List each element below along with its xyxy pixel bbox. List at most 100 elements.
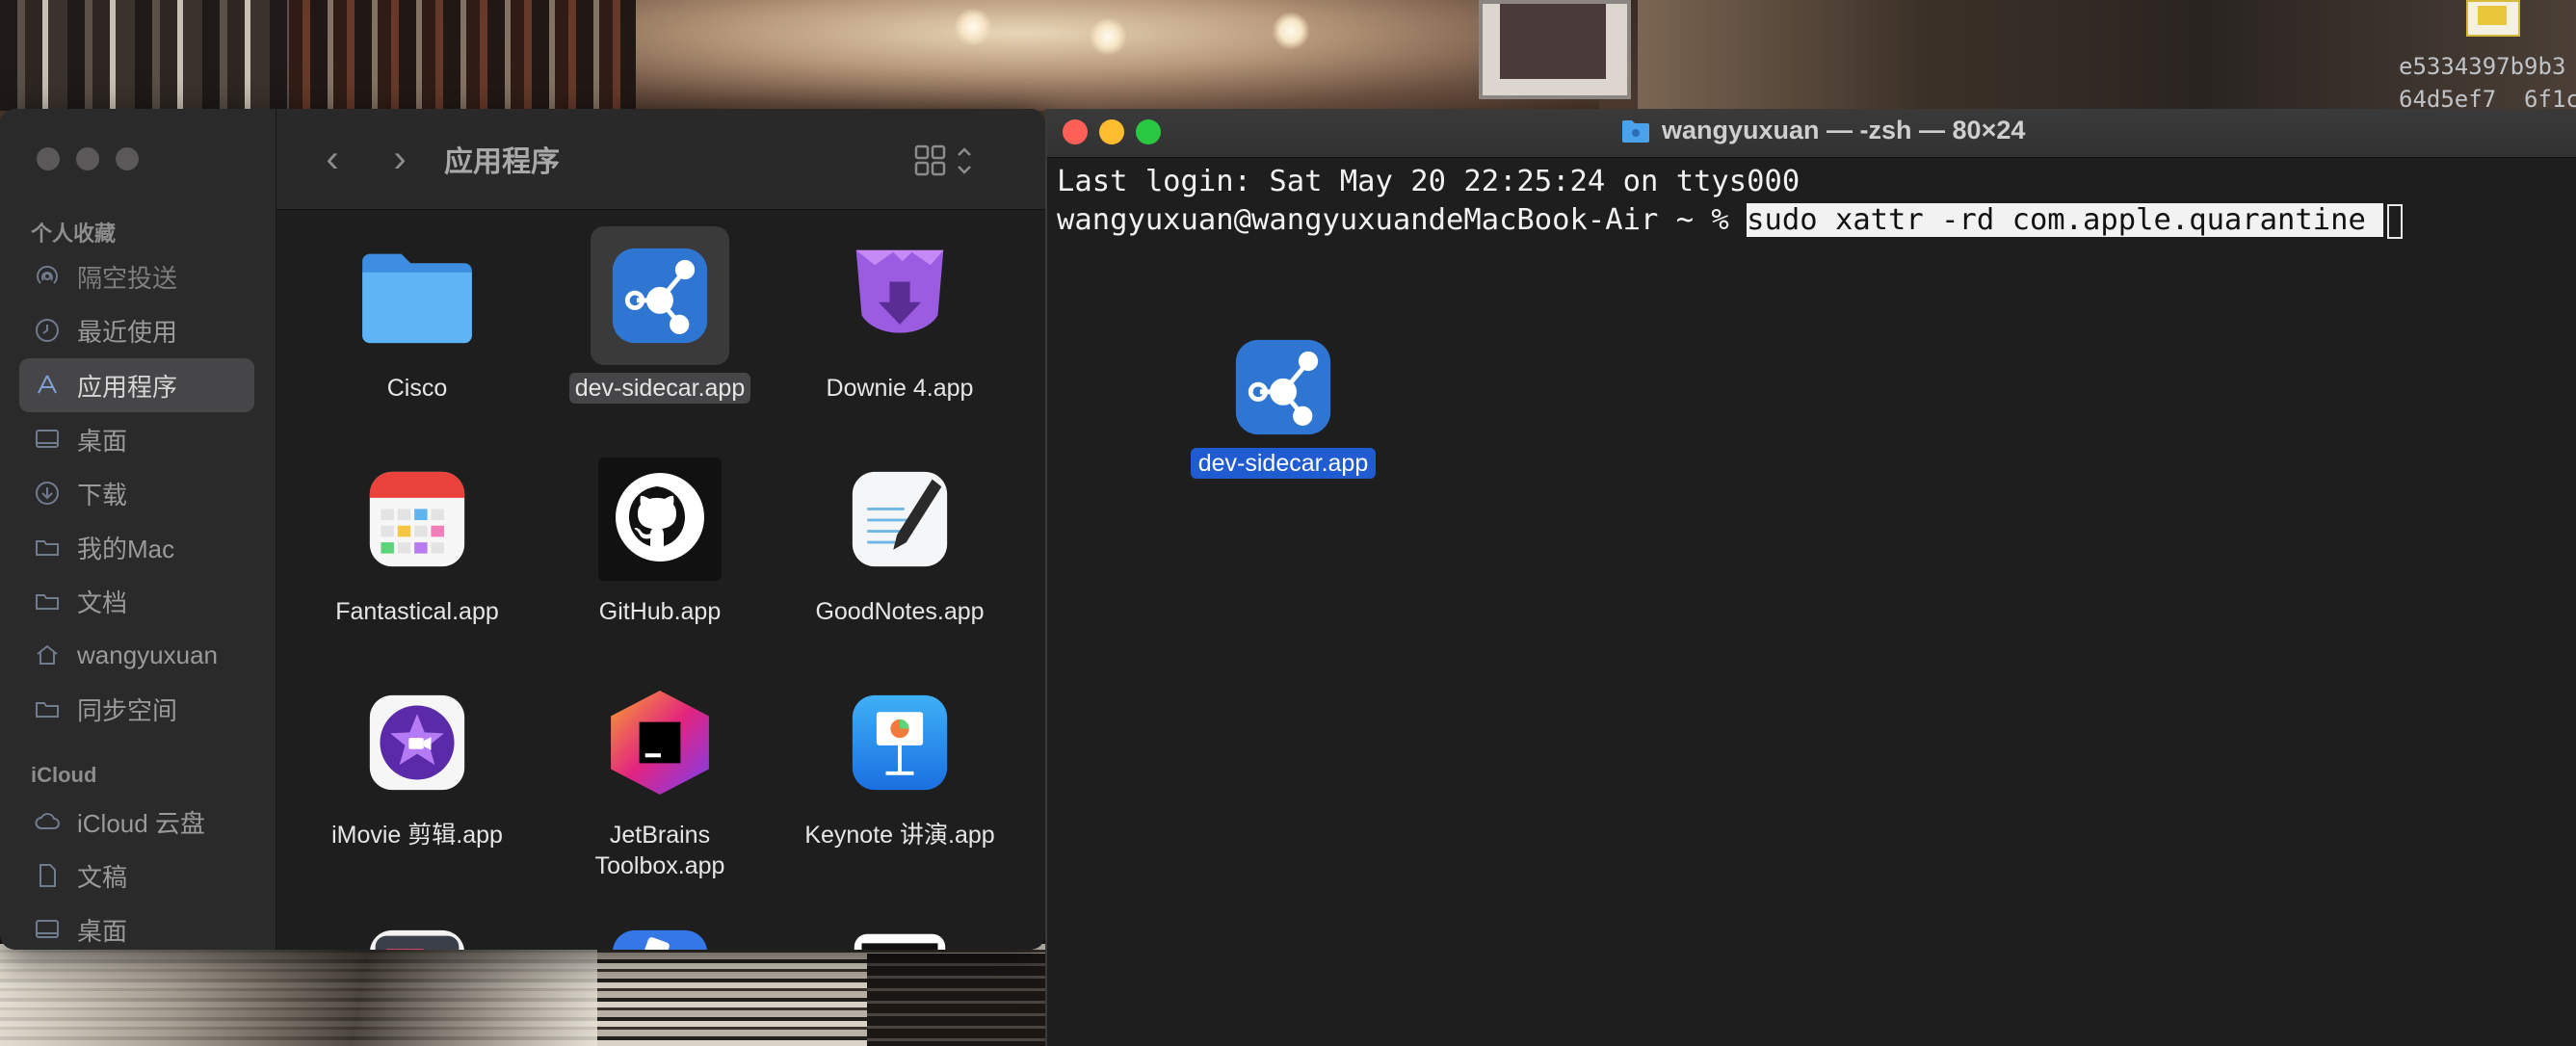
sidebar-item-recents[interactable]: 最近使用 [19, 303, 254, 357]
sidebar-item-home[interactable]: wangyuxuan [19, 628, 254, 682]
terminal-output[interactable]: Last login: Sat May 20 22:25:24 on ttys0… [1057, 163, 2576, 1046]
file-item-dev-sidecar[interactable]: dev-sidecar.app [539, 226, 780, 404]
file-item-partial[interactable] [779, 908, 1020, 950]
file-item-downie[interactable]: Downie 4.app [779, 226, 1020, 404]
dragged-app-item[interactable]: dev-sidecar.app [1187, 336, 1380, 479]
file-item-partial[interactable] [539, 908, 780, 950]
file-label: Cisco [386, 375, 448, 402]
wallpaper-bookshelf [289, 0, 636, 111]
imovie-icon [348, 673, 486, 812]
file-label: JetBrains Toolbox.app [590, 820, 731, 881]
text-cursor [2387, 203, 2404, 239]
zoom-button[interactable] [116, 147, 139, 170]
sidebar-item-label: 我的Mac [77, 534, 175, 563]
file-label: dev-sidecar.app [568, 373, 751, 404]
wallpaper-lamp [1089, 17, 1127, 56]
minimize-button[interactable] [1099, 119, 1124, 144]
close-button[interactable] [1063, 119, 1088, 144]
sidebar-item-label: 隔空投送 [77, 263, 178, 293]
document-icon [33, 861, 62, 890]
finder-toolbar: ‹ › 应用程序 [276, 109, 1045, 210]
sidebar-item-icloud-desktop[interactable]: 桌面 [19, 902, 254, 950]
sidebar-item-label: 文档 [77, 588, 128, 617]
wallpaper-picture-frame [1479, 0, 1631, 99]
hash-line: e5334397b9b3 [2399, 53, 2566, 80]
file-item-fantastical[interactable]: Fantastical.app [297, 450, 538, 627]
terminal-title-text: wangyuxuan — -zsh — 80×24 [1662, 116, 2026, 144]
sidebar-item-icloud-drive[interactable]: iCloud 云盘 [19, 795, 254, 849]
fantastical-icon [348, 450, 486, 588]
app-icon [591, 908, 729, 950]
grid-view-icon [914, 144, 971, 176]
file-label: GoodNotes.app [815, 598, 985, 625]
file-label: Keynote 讲演.app [804, 822, 995, 849]
sidebar-item-label: 桌面 [77, 916, 128, 946]
file-label-line: Toolbox.app [594, 852, 725, 879]
file-label: Fantastical.app [335, 598, 499, 625]
back-button[interactable]: ‹ [313, 138, 352, 180]
file-item-keynote[interactable]: Keynote 讲演.app [779, 673, 1020, 850]
desktop-file-icon[interactable] [2466, 0, 2520, 37]
file-item-imovie[interactable]: iMovie 剪辑.app [297, 673, 538, 850]
folder-icon [33, 694, 62, 723]
file-label-line: JetBrains [609, 822, 711, 849]
last-login-line: Last login: Sat May 20 22:25:24 on ttys0… [1057, 165, 1801, 198]
file-item-jetbrains-toolbox[interactable]: JetBrains Toolbox.app [539, 673, 780, 881]
applications-icon [33, 371, 62, 400]
finder-content: ‹ › 应用程序 Cisco dev-sidecar.app Downie 4.… [276, 109, 1045, 950]
file-label: Downie 4.app [826, 375, 974, 402]
minimize-button[interactable] [76, 147, 99, 170]
sidebar-item-label: 文稿 [77, 862, 128, 892]
wallpaper-bookshelf [0, 0, 289, 111]
sidebar-item-desktop[interactable]: 桌面 [19, 412, 254, 466]
wallpaper-book-stack [867, 954, 1050, 1046]
sidebar-item-applications[interactable]: 应用程序 [19, 358, 254, 412]
sidebar-item-icloud-documents[interactable]: 文稿 [19, 849, 254, 902]
sidebar-item-label: 桌面 [77, 426, 128, 456]
sidebar-item-label: 下载 [77, 480, 128, 510]
github-icon [591, 450, 729, 588]
dev-sidecar-icon [1235, 339, 1331, 435]
cloud-icon [33, 807, 62, 836]
close-button[interactable] [37, 147, 60, 170]
wallpaper-lamp [954, 8, 992, 46]
sidebar-item-label: wangyuxuan [77, 640, 218, 669]
file-item-partial[interactable] [297, 908, 538, 950]
wallpaper-chandelier-glow [636, 0, 1599, 111]
file-item-github[interactable]: GitHub.app [539, 450, 780, 627]
download-icon [33, 479, 62, 508]
desktop-icon [33, 425, 62, 454]
goodnotes-icon [830, 450, 969, 588]
sidebar-item-downloads[interactable]: 下载 [19, 466, 254, 520]
selected-command[interactable]: sudo xattr -rd com.apple.quarantine [1747, 203, 2384, 237]
app-icon [348, 908, 486, 950]
file-item-goodnotes[interactable]: GoodNotes.app [779, 450, 1020, 627]
wallpaper-book-stack [0, 944, 597, 1046]
keynote-icon [830, 673, 969, 812]
window-title: 应用程序 [444, 146, 560, 178]
sidebar-item-label: 最近使用 [77, 317, 178, 347]
sidebar-item-my-mac[interactable]: 我的Mac [19, 520, 254, 574]
sidebar-section-favorites: 个人收藏 [31, 222, 117, 246]
zoom-button[interactable] [1136, 119, 1161, 144]
app-icon [830, 908, 969, 950]
sidebar-item-label: iCloud 云盘 [77, 808, 205, 838]
terminal-titlebar[interactable]: wangyuxuan — -zsh — 80×24 [1047, 109, 2576, 158]
file-item-cisco[interactable]: Cisco [297, 226, 538, 404]
forward-button[interactable]: › [381, 138, 419, 180]
terminal-window[interactable]: wangyuxuan — -zsh — 80×24 Last login: Sa… [1045, 109, 2576, 1046]
finder-window: 个人收藏 隔空投送 最近使用 应用程序 桌面 下载 我的Mac 文档 wangy… [0, 109, 1045, 950]
sidebar-item-label: 同步空间 [77, 695, 178, 725]
sidebar-item-documents[interactable]: 文档 [19, 574, 254, 628]
clock-icon [33, 316, 62, 345]
sidebar-item-sync-space[interactable]: 同步空间 [19, 682, 254, 736]
view-mode-button[interactable] [912, 142, 989, 180]
folder-icon [348, 226, 486, 365]
desktop-file-label[interactable]: e5334397b9b3 64d5ef7 6f1c [2399, 50, 2576, 116]
airdrop-icon [33, 262, 62, 291]
desktop-icon [33, 915, 62, 944]
sidebar-item-airdrop[interactable]: 隔空投送 [19, 249, 254, 303]
file-label: iMovie 剪辑.app [331, 822, 503, 849]
jetbrains-icon [591, 673, 729, 812]
downie-icon [830, 226, 969, 365]
